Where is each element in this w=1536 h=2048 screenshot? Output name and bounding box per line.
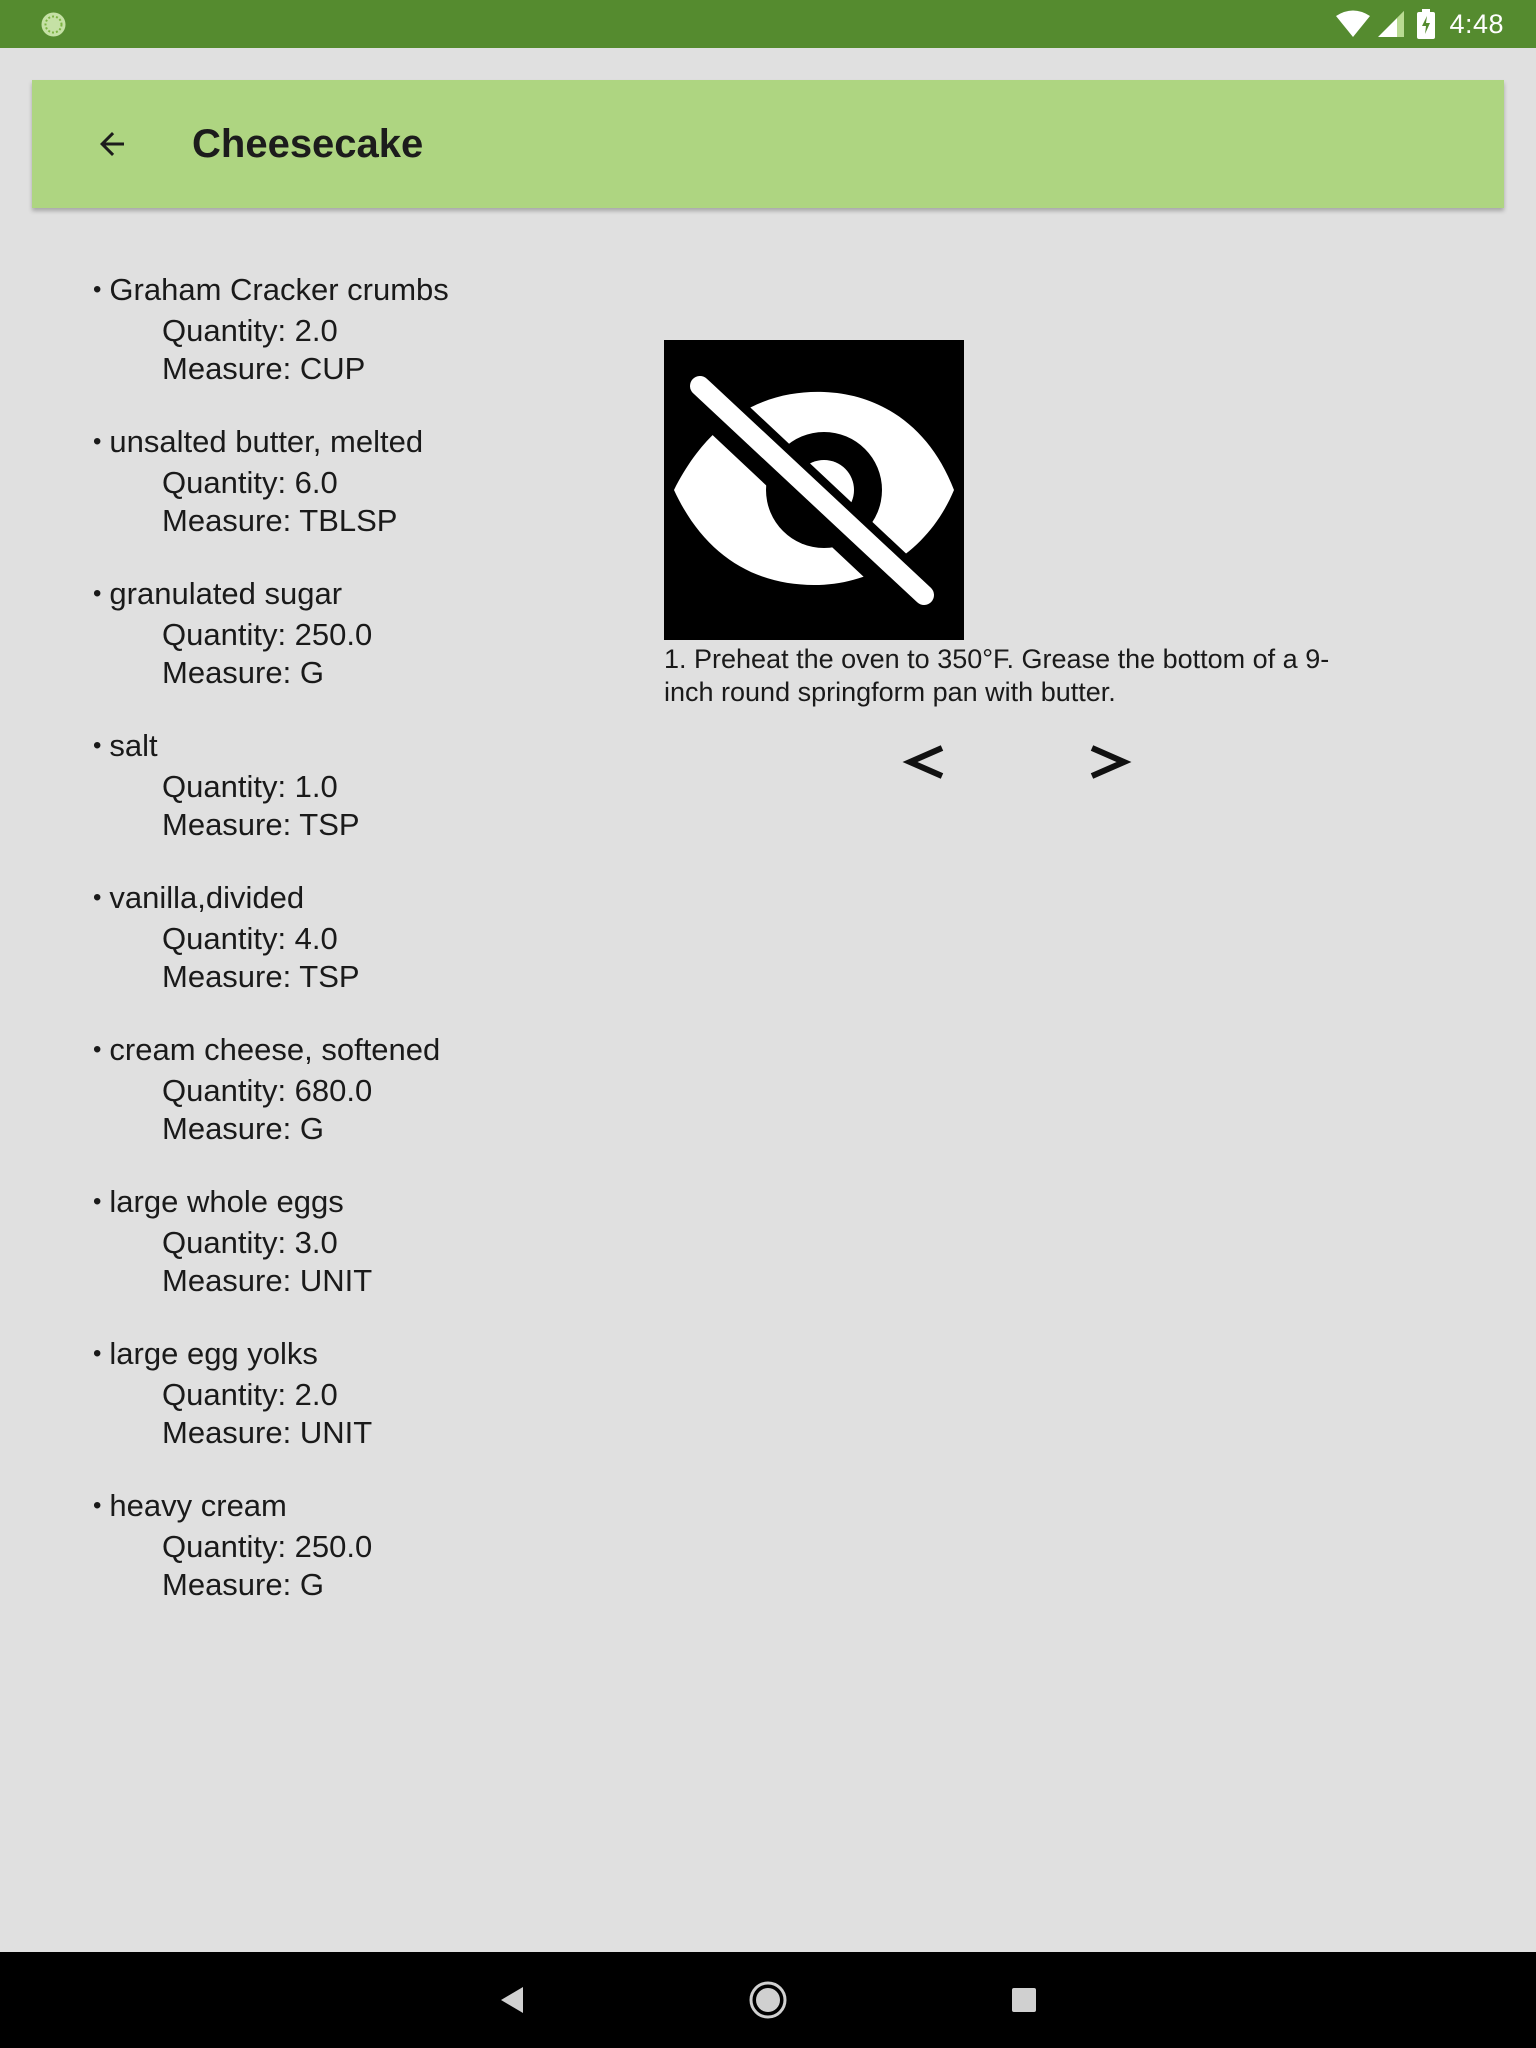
ingredient-name: Graham Cracker crumbs xyxy=(93,271,613,312)
circle-home-icon xyxy=(749,1981,787,2019)
status-icons: 4:48 xyxy=(1335,0,1536,48)
ingredient-measure: Measure: UNIT xyxy=(162,1415,373,1450)
ingredient-name: large whole eggs xyxy=(93,1183,613,1224)
ingredient-item: salt Quantity: 1.0 Measure: TSP xyxy=(93,727,613,879)
ingredient-item: large egg yolks Quantity: 2.0 Measure: U… xyxy=(93,1335,613,1487)
ingredient-measure: Measure: G xyxy=(162,1111,324,1146)
ingredient-item: cream cheese, softened Quantity: 680.0 M… xyxy=(93,1031,613,1183)
wifi-icon xyxy=(1336,10,1371,37)
step-thumbnail xyxy=(664,340,964,640)
ingredient-name: large egg yolks xyxy=(93,1335,613,1376)
ingredient-quantity: Quantity: 3.0 xyxy=(162,1225,338,1260)
battery-charging-icon xyxy=(1417,9,1436,39)
ingredient-quantity: Quantity: 2.0 xyxy=(162,1377,338,1412)
triangle-back-icon xyxy=(501,1987,523,2013)
ingredient-quantity: Quantity: 6.0 xyxy=(162,465,338,500)
system-recents-button[interactable] xyxy=(1000,1976,1048,2024)
previous-step-button[interactable]: < xyxy=(896,738,956,786)
square-recents-icon xyxy=(1012,1988,1036,2012)
ingredient-item: large whole eggs Quantity: 3.0 Measure: … xyxy=(93,1183,613,1335)
ingredient-quantity: Quantity: 680.0 xyxy=(162,1073,373,1108)
ingredient-list: Graham Cracker crumbs Quantity: 2.0 Meas… xyxy=(93,271,613,1639)
ingredient-item: Graham Cracker crumbs Quantity: 2.0 Meas… xyxy=(93,271,613,423)
ingredient-measure: Measure: UNIT xyxy=(162,1263,373,1298)
ingredient-quantity: Quantity: 1.0 xyxy=(162,769,338,804)
next-step-button[interactable]: > xyxy=(1078,738,1138,786)
status-bar: 4:48 xyxy=(0,0,1536,48)
ingredient-name: salt xyxy=(93,727,613,768)
system-home-button[interactable] xyxy=(744,1976,792,2024)
ingredient-quantity: Quantity: 2.0 xyxy=(162,313,338,348)
ingredient-measure: Measure: CUP xyxy=(162,351,366,386)
visibility-off-icon xyxy=(673,365,954,623)
app-toolbar: Cheesecake xyxy=(32,80,1504,208)
ingredient-measure: Measure: G xyxy=(162,1567,324,1602)
ingredient-measure: Measure: TBLSP xyxy=(162,503,398,538)
ingredient-item: unsalted butter, melted Quantity: 6.0 Me… xyxy=(93,423,613,575)
ingredient-name: vanilla,divided xyxy=(93,879,613,920)
ingredient-measure: Measure: TSP xyxy=(162,959,360,994)
ingredient-quantity: Quantity: 250.0 xyxy=(162,617,373,652)
notification-icon xyxy=(41,12,66,37)
arrow-back-icon xyxy=(100,132,124,156)
ingredient-name: cream cheese, softened xyxy=(93,1031,613,1072)
ingredient-name: heavy cream xyxy=(93,1487,613,1528)
page-title: Cheesecake xyxy=(192,122,424,166)
status-time: 4:48 xyxy=(1449,8,1504,39)
ingredient-measure: Measure: G xyxy=(162,655,324,690)
ingredient-quantity: Quantity: 4.0 xyxy=(162,921,338,956)
ingredient-name: granulated sugar xyxy=(93,575,613,616)
ingredient-item: granulated sugar Quantity: 250.0 Measure… xyxy=(93,575,613,727)
ingredient-quantity: Quantity: 250.0 xyxy=(162,1529,373,1564)
ingredient-name: unsalted butter, melted xyxy=(93,423,613,464)
system-navigation-bar xyxy=(0,1952,1536,2048)
system-back-button[interactable] xyxy=(488,1976,536,2024)
ingredient-item: heavy cream Quantity: 250.0 Measure: G xyxy=(93,1487,613,1639)
cell-signal-icon xyxy=(1378,11,1405,37)
ingredient-item: vanilla,divided Quantity: 4.0 Measure: T… xyxy=(93,879,613,1031)
step-description: 1. Preheat the oven to 350°F. Grease the… xyxy=(664,644,1330,707)
ingredient-measure: Measure: TSP xyxy=(162,807,360,842)
back-button[interactable] xyxy=(80,112,144,176)
